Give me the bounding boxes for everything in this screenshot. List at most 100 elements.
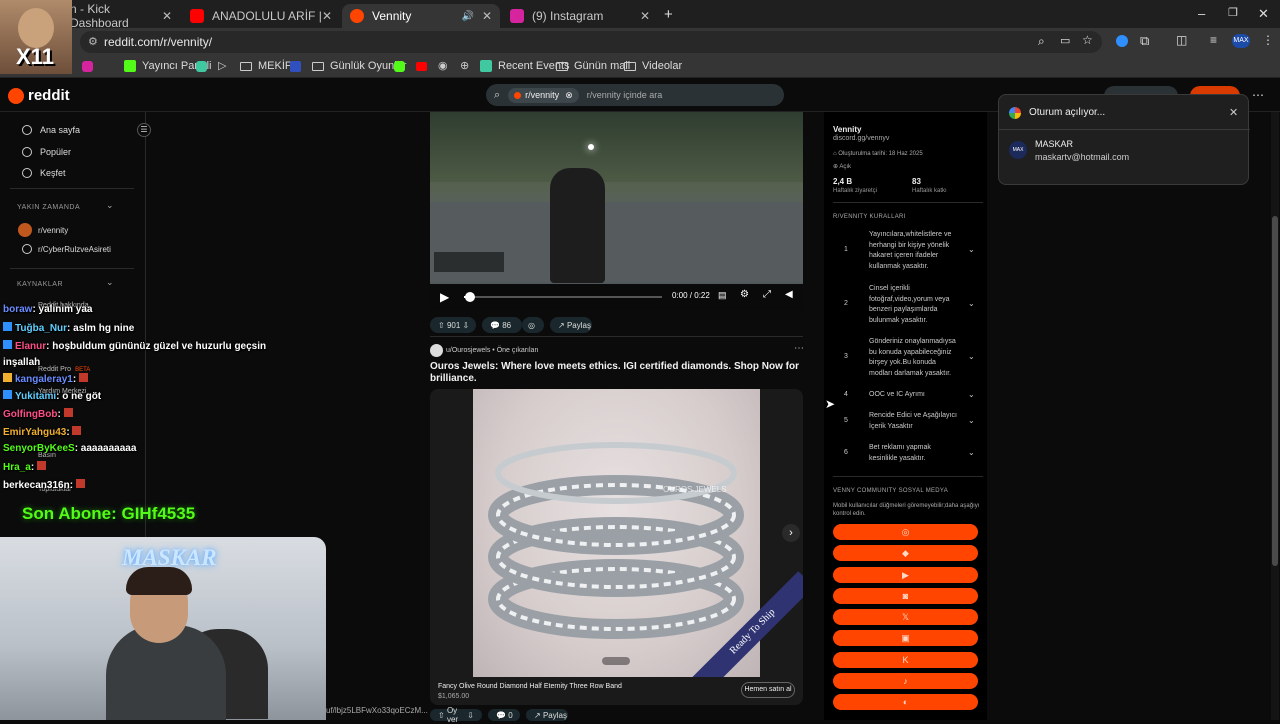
recent-vennity[interactable]: r/vennity	[18, 223, 68, 237]
close-icon[interactable]: ✕	[162, 9, 172, 23]
rule-item[interactable]: 4 OOC ve IC Ayrımı ⌄	[834, 390, 975, 402]
chevron-down-icon[interactable]: ⌄	[968, 352, 975, 363]
community-link[interactable]: discord.gg/vennyv	[833, 135, 889, 142]
reddit-logo-icon[interactable]	[8, 88, 24, 104]
social-button-instagram[interactable]: ◙	[833, 588, 978, 604]
extension-icon[interactable]	[1116, 35, 1128, 47]
play-bookmark-icon[interactable]: ▷	[218, 59, 226, 72]
close-icon[interactable]: ✕	[1229, 106, 1238, 119]
downvote-icon[interactable]: ⇩	[467, 711, 474, 720]
award-button[interactable]: ◎	[522, 317, 544, 333]
kick-bookmark-icon[interactable]	[394, 61, 405, 72]
chevron-down-icon[interactable]: ⌄	[106, 277, 114, 288]
video-progress-bar[interactable]	[464, 292, 662, 302]
social-button-youtube[interactable]: ▶	[833, 567, 978, 583]
social-button-twitch[interactable]: ▣	[833, 630, 978, 646]
globe-bookmark-icon[interactable]: ⊕	[460, 59, 469, 72]
volume-icon[interactable]: ◀	[785, 289, 793, 300]
upvote-icon[interactable]: ⇧	[438, 321, 445, 330]
instagram-bookmark-icon[interactable]	[82, 61, 93, 72]
play-icon[interactable]: ▶	[440, 290, 449, 304]
nav-popular[interactable]: Popüler	[22, 147, 71, 157]
cast-icon[interactable]: ▭	[1060, 34, 1070, 47]
fullscreen-icon[interactable]: ⤢	[763, 289, 771, 300]
ad-title[interactable]: Ouros Jewels: Where love meets ethics. I…	[430, 361, 803, 385]
bookmark-star-icon[interactable]: ☆	[1082, 33, 1093, 47]
chip-close-icon[interactable]: ⊗	[565, 90, 573, 101]
tab-youtube[interactable]: ANADOLULU ARİF | Madara Ol... ✕	[182, 4, 340, 28]
rule-item[interactable]: 3 Gönderiniz onaylanmadıysa bu konuda yap…	[834, 337, 975, 379]
search-chip[interactable]: r/vennity ⊗	[508, 87, 579, 103]
restore-button[interactable]: ❐	[1228, 6, 1238, 19]
tab-instagram[interactable]: (9) Instagram ✕	[502, 4, 658, 28]
rule-item[interactable]: 2 Cinsel içerikli fotoğraf,video,yorum ve…	[834, 284, 975, 326]
tab-vennity[interactable]: Vennity 🔊 ✕	[342, 4, 500, 28]
speaker-icon[interactable]: 🔊	[461, 11, 473, 22]
site-bookmark-icon[interactable]	[290, 61, 301, 72]
bookmark-gunluk-oyunlar[interactable]: Günlük Oyunlar	[312, 60, 406, 72]
social-button-x[interactable]: 𝕏	[833, 609, 978, 625]
extensions-puzzle-icon[interactable]: ⧉	[1140, 33, 1149, 49]
more-icon[interactable]: ⋯	[1252, 88, 1264, 102]
scrollbar-thumb[interactable]	[1272, 216, 1278, 566]
share-button[interactable]: ↗ Paylaş	[550, 317, 592, 333]
bookmark-mekip[interactable]: MEKİP	[240, 60, 292, 72]
social-button-tiktok[interactable]: ♪	[833, 673, 978, 689]
more-menu-icon[interactable]: ⋮	[1262, 33, 1274, 47]
post-menu-icon[interactable]: ⋯	[794, 343, 804, 354]
new-tab-button[interactable]: +	[664, 6, 673, 23]
nav-home[interactable]: Ana sayfa	[22, 125, 80, 135]
ad-share-button[interactable]: ↗ Paylaş	[526, 709, 568, 721]
close-icon[interactable]: ✕	[640, 9, 650, 23]
profile-avatar[interactable]: MAX	[1232, 34, 1250, 48]
ad-image-carousel[interactable]: OUROS JEWELS Ready To Ship › Fancy Olive…	[430, 389, 803, 705]
resource-pro[interactable]: Reddit Pro BETA	[38, 366, 90, 373]
account-option[interactable]: MAX MASKAR maskartv@hotmail.com	[999, 133, 1250, 173]
chevron-down-icon[interactable]: ⌄	[968, 390, 975, 401]
chevron-down-icon[interactable]: ⌄	[968, 448, 975, 459]
page-scrollbar[interactable]	[1271, 112, 1279, 720]
reading-list-icon[interactable]: ≡	[1210, 33, 1217, 47]
bookmark-gunun-mali[interactable]: Günün mali	[556, 60, 630, 72]
video-player[interactable]	[430, 112, 803, 309]
side-panel-icon[interactable]: ◫	[1176, 33, 1187, 47]
chevron-down-icon[interactable]: ⌄	[968, 245, 975, 256]
recent-cyberrulz[interactable]: r/CyberRulzveAsireti	[22, 244, 111, 254]
url-input[interactable]: ⚙ reddit.com/r/vennity/ ⌕ ▭ ☆	[80, 31, 1102, 53]
search-input[interactable]: ⌕ r/vennity ⊗ r/vennity içinde ara	[486, 84, 784, 106]
nav-explore[interactable]: Keşfet	[22, 168, 66, 178]
rule-item[interactable]: 5 Rencide Edici ve Aşağılayıcı İçerik Yas…	[834, 411, 975, 433]
window-close-button[interactable]: ✕	[1258, 6, 1269, 22]
site-info-icon[interactable]: ⚙	[88, 35, 98, 48]
chevron-up-icon[interactable]: ⌄	[106, 200, 114, 211]
upvote-icon[interactable]: ⇧	[438, 711, 445, 720]
minimize-button[interactable]: –	[1198, 6, 1205, 21]
close-icon[interactable]: ✕	[482, 9, 492, 23]
close-icon[interactable]: ✕	[322, 9, 332, 23]
reddit-logo-text[interactable]: reddit	[28, 87, 70, 104]
settings-gear-icon[interactable]: ⚙	[740, 289, 749, 300]
bookmark-videolar[interactable]: Videolar	[624, 60, 682, 72]
social-button-steam[interactable]: ◐	[833, 694, 978, 710]
vote-control[interactable]: ⇧ 901 ⇩	[430, 317, 476, 333]
zoom-icon[interactable]: ⌕	[1038, 34, 1045, 49]
rule-item[interactable]: 6 Bet reklamı yapmak kesinlikle yasaktır.…	[834, 443, 975, 465]
social-button-discord[interactable]: ◆	[833, 545, 978, 561]
chevron-down-icon[interactable]: ⌄	[968, 299, 975, 310]
ad-vote-control[interactable]: ⇧ Oy ver ⇩	[430, 706, 482, 724]
chevron-down-icon[interactable]: ⌄	[968, 416, 975, 427]
captions-icon[interactable]: ▤	[718, 290, 727, 301]
buy-now-button[interactable]: Hemen satın al	[741, 682, 795, 698]
social-button-kick[interactable]: K	[833, 652, 978, 668]
carousel-next-button[interactable]: ›	[782, 524, 800, 542]
video-progress-knob[interactable]	[464, 292, 475, 302]
ad-user-avatar[interactable]	[430, 344, 443, 357]
game-bookmark-icon[interactable]: ◉	[438, 59, 448, 72]
rule-item[interactable]: 1 Yayıncılara,whitelistlere ve herhangi b…	[834, 230, 975, 272]
ad-username[interactable]: u/Ourosjewels	[446, 347, 490, 354]
downvote-icon[interactable]: ⇩	[463, 321, 470, 330]
ad-comments-button[interactable]: 💬 0	[488, 709, 520, 721]
social-button-website[interactable]: ◎	[833, 524, 978, 540]
comments-button[interactable]: 💬 86	[482, 317, 522, 333]
app-bookmark-icon[interactable]	[196, 61, 207, 72]
